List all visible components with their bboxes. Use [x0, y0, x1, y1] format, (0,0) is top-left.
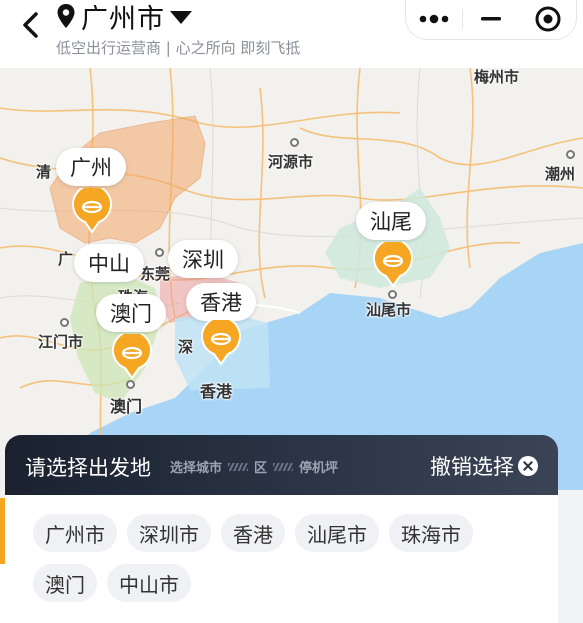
city-chip[interactable]: 中山市: [107, 564, 191, 602]
bubble-guangzhou[interactable]: 广州: [56, 148, 126, 186]
map-label-dongguan: 东莞: [140, 265, 171, 283]
map-label-heyuan: 河源市: [268, 153, 314, 171]
city-name: 广州市: [81, 3, 165, 35]
step-separator: [273, 462, 294, 471]
city-dot-heyuan: [290, 138, 299, 147]
bubble-macau[interactable]: 澳门: [96, 294, 166, 332]
step-district: 区: [254, 461, 268, 476]
city-dot-shanwei: [388, 290, 397, 299]
sheet-right-edge: [558, 490, 583, 623]
map-view[interactable]: 梅州市 河源市 潮州 清 广 东莞 珠海 江门市 深 汕尾市 香港 澳门 广州 …: [0, 68, 583, 498]
minimize-button[interactable]: [463, 0, 519, 39]
bubble-shenzhen[interactable]: 深圳: [168, 240, 238, 278]
more-button[interactable]: [406, 0, 462, 39]
map-label-shanwei: 汕尾市: [366, 301, 412, 319]
step-indicator: 选择城市 区 停机坪: [170, 457, 338, 476]
header: 广州市 低空出行运营商 | 心之所向 即刻飞抵: [0, 0, 583, 68]
map-label-meizhou: 梅州市: [474, 68, 520, 86]
target-close-icon: [535, 6, 561, 32]
city-chip[interactable]: 深圳市: [127, 514, 211, 552]
city-selector[interactable]: 广州市: [56, 0, 192, 35]
departure-sheet-header: 请选择出发地 选择城市 区 停机坪 撤销选择: [5, 435, 558, 495]
heliport-marker-icon[interactable]: [373, 242, 413, 288]
heliport-marker-icon[interactable]: [72, 188, 112, 234]
step-helipad: 停机坪: [299, 461, 339, 476]
map-label-qing: 清: [36, 163, 52, 181]
heliport-marker-icon[interactable]: [112, 334, 152, 380]
city-dot-chaozhou: [566, 150, 575, 159]
city-dot-macau: [126, 380, 135, 389]
city-chip[interactable]: 澳门: [33, 564, 97, 602]
cancel-selection-button[interactable]: 撤销选择: [430, 451, 538, 481]
back-icon[interactable]: [16, 8, 46, 42]
city-chip[interactable]: 汕尾市: [295, 514, 379, 552]
bubble-shanwei[interactable]: 汕尾: [356, 202, 426, 240]
step-city: 选择城市: [170, 461, 223, 476]
city-chip[interactable]: 香港: [221, 514, 285, 552]
heliport-marker-icon[interactable]: [201, 320, 241, 366]
map-label-macau: 澳门: [110, 397, 143, 416]
city-dot-jiangmen: [60, 318, 69, 327]
map-label-guang: 广: [58, 250, 74, 268]
cancel-selection-label: 撤销选择: [430, 455, 514, 479]
location-pin-icon: [57, 4, 75, 28]
map-label-hongkong: 香港: [200, 382, 233, 401]
city-dot-dongguan: [155, 248, 164, 257]
app-page: 广州市 低空出行运营商 | 心之所向 即刻飞抵 梅州市 河源市 潮州 清 广 东…: [0, 0, 583, 623]
minimize-icon: [481, 17, 502, 21]
chevron-down-icon: [170, 10, 192, 24]
map-label-shen: 深: [178, 338, 194, 356]
city-chip[interactable]: 广州市: [33, 514, 117, 552]
bubble-zhongshan[interactable]: 中山: [74, 244, 144, 282]
city-chip-list: 广州市 深圳市 香港 汕尾市 珠海市 澳门 中山市: [33, 514, 533, 614]
map-label-jiangmen: 江门市: [38, 333, 84, 351]
step-separator: [228, 462, 249, 471]
mini-program-capsule: [405, 0, 577, 40]
header-subtitle: 低空出行运营商 | 心之所向 即刻飞抵: [56, 39, 301, 57]
close-app-button[interactable]: [520, 0, 576, 39]
city-chip[interactable]: 珠海市: [389, 514, 473, 552]
bubble-hongkong[interactable]: 香港: [186, 283, 256, 321]
more-dots-icon: [419, 14, 449, 24]
sheet-title: 请选择出发地: [25, 456, 151, 480]
map-canvas: [0, 68, 583, 498]
close-icon: [518, 456, 538, 476]
map-label-chaozhou: 潮州: [545, 165, 576, 183]
